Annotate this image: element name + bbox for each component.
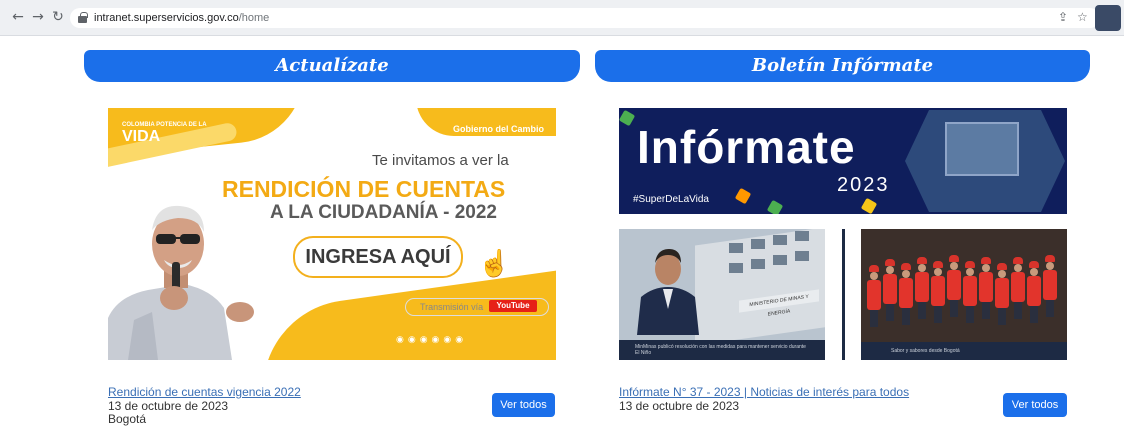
- photo-caption: Sabor y sabores desde Bogotá: [861, 342, 1067, 360]
- section-header-boletin: Boletín Infórmate: [595, 50, 1090, 82]
- forward-icon[interactable]: →: [30, 9, 46, 25]
- chef-figure: [1043, 255, 1057, 317]
- bookmark-star-icon[interactable]: ☆: [1077, 10, 1088, 24]
- hex-decoration: [734, 187, 752, 205]
- chef-figure: [963, 261, 977, 323]
- window: [773, 255, 787, 265]
- banner-invite-text: Te invitamos a ver la: [372, 152, 509, 169]
- ingresa-aqui-button[interactable]: INGRESA AQUÍ: [293, 236, 463, 278]
- informate-title: Infórmate: [637, 121, 856, 173]
- photo-divider: [842, 229, 845, 360]
- informate-banner[interactable]: Infórmate 2023 #SuperDeLaVida: [619, 108, 1067, 214]
- window: [729, 263, 743, 273]
- reload-icon[interactable]: ↻: [50, 9, 66, 25]
- colombia-vida-logo: COLOMBIA POTENCIA DE LA VIDA: [122, 122, 207, 145]
- back-icon[interactable]: ←: [10, 9, 26, 25]
- chef-figure: [915, 257, 929, 319]
- chef-figure: [931, 261, 945, 323]
- gobierno-cambio-logo: Gobierno del Cambio: [452, 124, 544, 134]
- informate-year: 2023: [837, 174, 890, 196]
- browser-toolbar: ← → ↻ intranet.superservicios.gov.co/hom…: [0, 0, 1124, 36]
- window: [751, 239, 765, 249]
- banner-title: RENDICIÓN DE CUENTAS: [222, 176, 506, 202]
- chefs-news-photo[interactable]: Sabor y sabores desde Bogotá: [861, 229, 1067, 360]
- rendicion-banner[interactable]: COLOMBIA POTENCIA DE LA VIDA Gobierno del…: [108, 108, 556, 360]
- chef-figure: [979, 257, 993, 319]
- window: [795, 251, 809, 261]
- chef-figure: [1011, 257, 1025, 319]
- hex-decoration: [860, 197, 878, 214]
- banner-subtitle: A LA CIUDADANÍA - 2022: [270, 202, 497, 223]
- informate-date: 13 de octubre de 2023: [619, 399, 740, 413]
- informate-link[interactable]: Infórmate N° 37 - 2023 | Noticias de int…: [619, 385, 909, 399]
- chef-figure: [995, 263, 1009, 325]
- pointer-hand-icon: ☝: [478, 248, 511, 278]
- hex-decoration: [619, 109, 636, 127]
- chef-figure: [1027, 261, 1041, 323]
- informate-hashtag: #SuperDeLaVida: [633, 194, 709, 205]
- url-text[interactable]: intranet.superservicios.gov.co/home: [94, 12, 269, 24]
- section-header-actualizate: Actualízate: [84, 50, 580, 82]
- photo-caption: MinMinas publicó resolución con las medi…: [619, 340, 825, 360]
- window: [773, 235, 787, 245]
- ver-todos-boletin-button[interactable]: Ver todos: [1003, 393, 1067, 417]
- chef-figure: [899, 263, 913, 325]
- minister-photo: [637, 249, 699, 335]
- laptop-screen: [945, 122, 1019, 176]
- hex-decoration: [766, 199, 784, 214]
- window: [751, 259, 765, 269]
- chef-figure: [947, 255, 961, 317]
- minminas-news-photo[interactable]: MINISTERIO DE MINAS Y ENERGÍA MinMinas p…: [619, 229, 825, 360]
- chef-figure: [883, 259, 897, 321]
- lock-icon-body: [78, 16, 87, 23]
- window: [795, 231, 809, 241]
- rendicion-link[interactable]: Rendición de cuentas vigencia 2022: [108, 385, 301, 399]
- window: [729, 243, 743, 253]
- chef-figure: [867, 265, 881, 327]
- youtube-logo: YouTube: [489, 300, 537, 312]
- ver-todos-actualizate-button[interactable]: Ver todos: [492, 393, 555, 417]
- banner-icon-strip: ◉◉◉◉◉◉: [396, 334, 468, 344]
- share-icon[interactable]: ⇪: [1058, 10, 1068, 24]
- rendicion-place: Bogotá: [108, 412, 147, 426]
- profile-avatar[interactable]: [1095, 5, 1121, 31]
- speaker-photo: [108, 205, 254, 360]
